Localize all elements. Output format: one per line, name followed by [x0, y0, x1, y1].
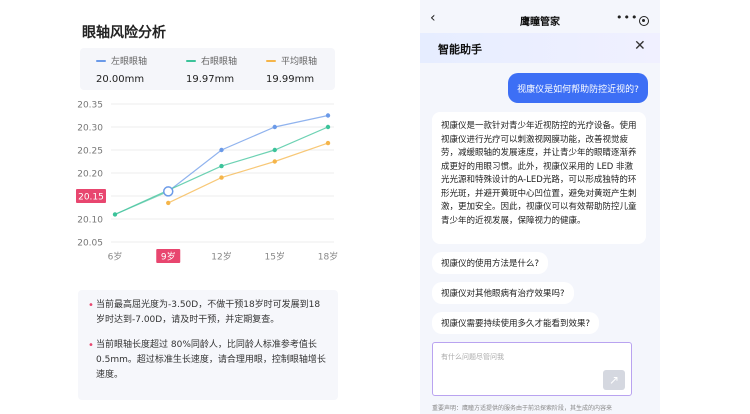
legend-label: 左眼眼轴	[111, 57, 148, 67]
left-eye-value: 20.00mm	[96, 74, 145, 85]
data-point	[272, 147, 277, 153]
assistant-header: 智能助手 ✕	[420, 33, 660, 63]
data-point	[112, 212, 118, 217]
user-message: 视康仪是如何帮助防控近视的?	[508, 73, 648, 103]
y-tick-label: 20.35	[77, 101, 103, 111]
y-tick-label: 20.10	[77, 216, 103, 226]
x-tick-label: 15岁	[265, 251, 285, 263]
y-tick-label: 20.05	[77, 239, 103, 249]
legend-summary: 左眼眼轴 20.00mm 右眼眼轴 19.97mm 平均眼轴 19.99mm	[80, 48, 335, 90]
x-tick-label: 6岁	[108, 251, 123, 263]
note-text: 当前眼轴长度超过 80%同龄人，比同龄人标准参考值长0.5mm。超过标准生长速度…	[96, 340, 326, 380]
close-icon[interactable]: ✕	[634, 38, 646, 54]
assistant-message: 视康仪是一款针对青少年近视防控的光疗设备。使用视康仪进行光疗可以刺激视网膜功能，…	[432, 112, 646, 244]
suggestion-other-eye-disease[interactable]: 视康仪对其他眼病有治疗效果吗?	[432, 282, 574, 304]
suggestion-usage[interactable]: 视康仪的使用方法是什么?	[432, 252, 549, 274]
data-point	[219, 147, 224, 153]
average-swatch	[266, 59, 276, 62]
data-point	[325, 140, 331, 146]
x-tick-label: 18岁	[318, 251, 338, 263]
data-point	[219, 163, 224, 169]
legend-label: 平均眼轴	[281, 57, 318, 67]
question-input[interactable]: 有什么问题尽管问我	[432, 342, 632, 396]
note-text: 当前最高屈光度为-3.50D，不做干预18岁时可发展到18岁时达到-7.00D，…	[96, 300, 321, 325]
y-tick-label: 20.25	[77, 147, 103, 157]
legend-left-eye: 左眼眼轴 20.00mm	[96, 54, 176, 85]
bullet-icon: •	[88, 300, 94, 311]
target-icon[interactable]	[639, 16, 649, 26]
legend-right-eye: 右眼眼轴 19.97mm	[186, 54, 266, 85]
data-point	[325, 113, 331, 118]
axial-length-chart: 20.35 20.30 20.25 20.20 20.15 20.10 20.05 6岁 9岁 1…	[76, 101, 338, 263]
assistant-phone-screen: ‹ 鹰瞳管家 ••• 智能助手 ✕ 视康仪是如何帮助防控近视的? 视康仪是一款针…	[420, 0, 660, 414]
suggestion-duration[interactable]: 视康仪需要持续使用多久才能看到效果?	[432, 312, 600, 334]
disclaimer-text: 重要声明：鹰瞳方适提供的服务由于前沿探索阶段，其生成的内容来	[432, 405, 613, 412]
send-icon[interactable]: ↗	[603, 370, 625, 390]
y-tick-label: 20.20	[77, 170, 103, 180]
data-point	[166, 200, 171, 206]
x-tick-label: 12岁	[211, 251, 231, 263]
data-point	[219, 175, 224, 180]
panel-title: 眼轴风险分析	[82, 25, 166, 41]
note-refraction: • 当前最高屈光度为-3.50D，不做干预18岁时可发展到18岁时达到-7.00D…	[88, 298, 328, 328]
average-value: 19.99mm	[266, 74, 315, 85]
series-line	[114, 126, 329, 215]
selected-point-marker	[163, 186, 174, 197]
risk-analysis-panel: 眼轴风险分析 左眼眼轴 20.00mm 右眼眼轴 19.97mm 平均眼轴 19…	[70, 0, 345, 414]
assistant-title: 智能助手	[438, 43, 482, 56]
right-eye-swatch	[186, 59, 196, 62]
top-bar: ‹ 鹰瞳管家 •••	[420, 8, 660, 30]
left-eye-swatch	[96, 59, 106, 62]
data-point	[272, 159, 277, 164]
bullet-icon: •	[88, 340, 94, 351]
risk-notes: • 当前最高屈光度为-3.50D，不做干预18岁时可发展到18岁时达到-7.00D…	[78, 290, 338, 400]
data-point	[272, 124, 277, 130]
more-icon[interactable]: •••	[616, 11, 638, 24]
legend-average: 平均眼轴 19.99mm	[266, 54, 346, 85]
right-eye-value: 19.97mm	[186, 74, 235, 85]
x-tick-label: 9岁	[161, 251, 176, 263]
data-point	[325, 124, 331, 130]
y-tick-label: 20.15	[78, 193, 104, 203]
input-placeholder: 有什么问题尽管问我	[441, 353, 504, 361]
legend-label: 右眼眼轴	[201, 57, 238, 67]
note-axial: • 当前眼轴长度超过 80%同龄人，比同龄人标准参考值长0.5mm。超过标准生长速…	[88, 338, 328, 383]
y-tick-label: 20.30	[77, 124, 103, 134]
